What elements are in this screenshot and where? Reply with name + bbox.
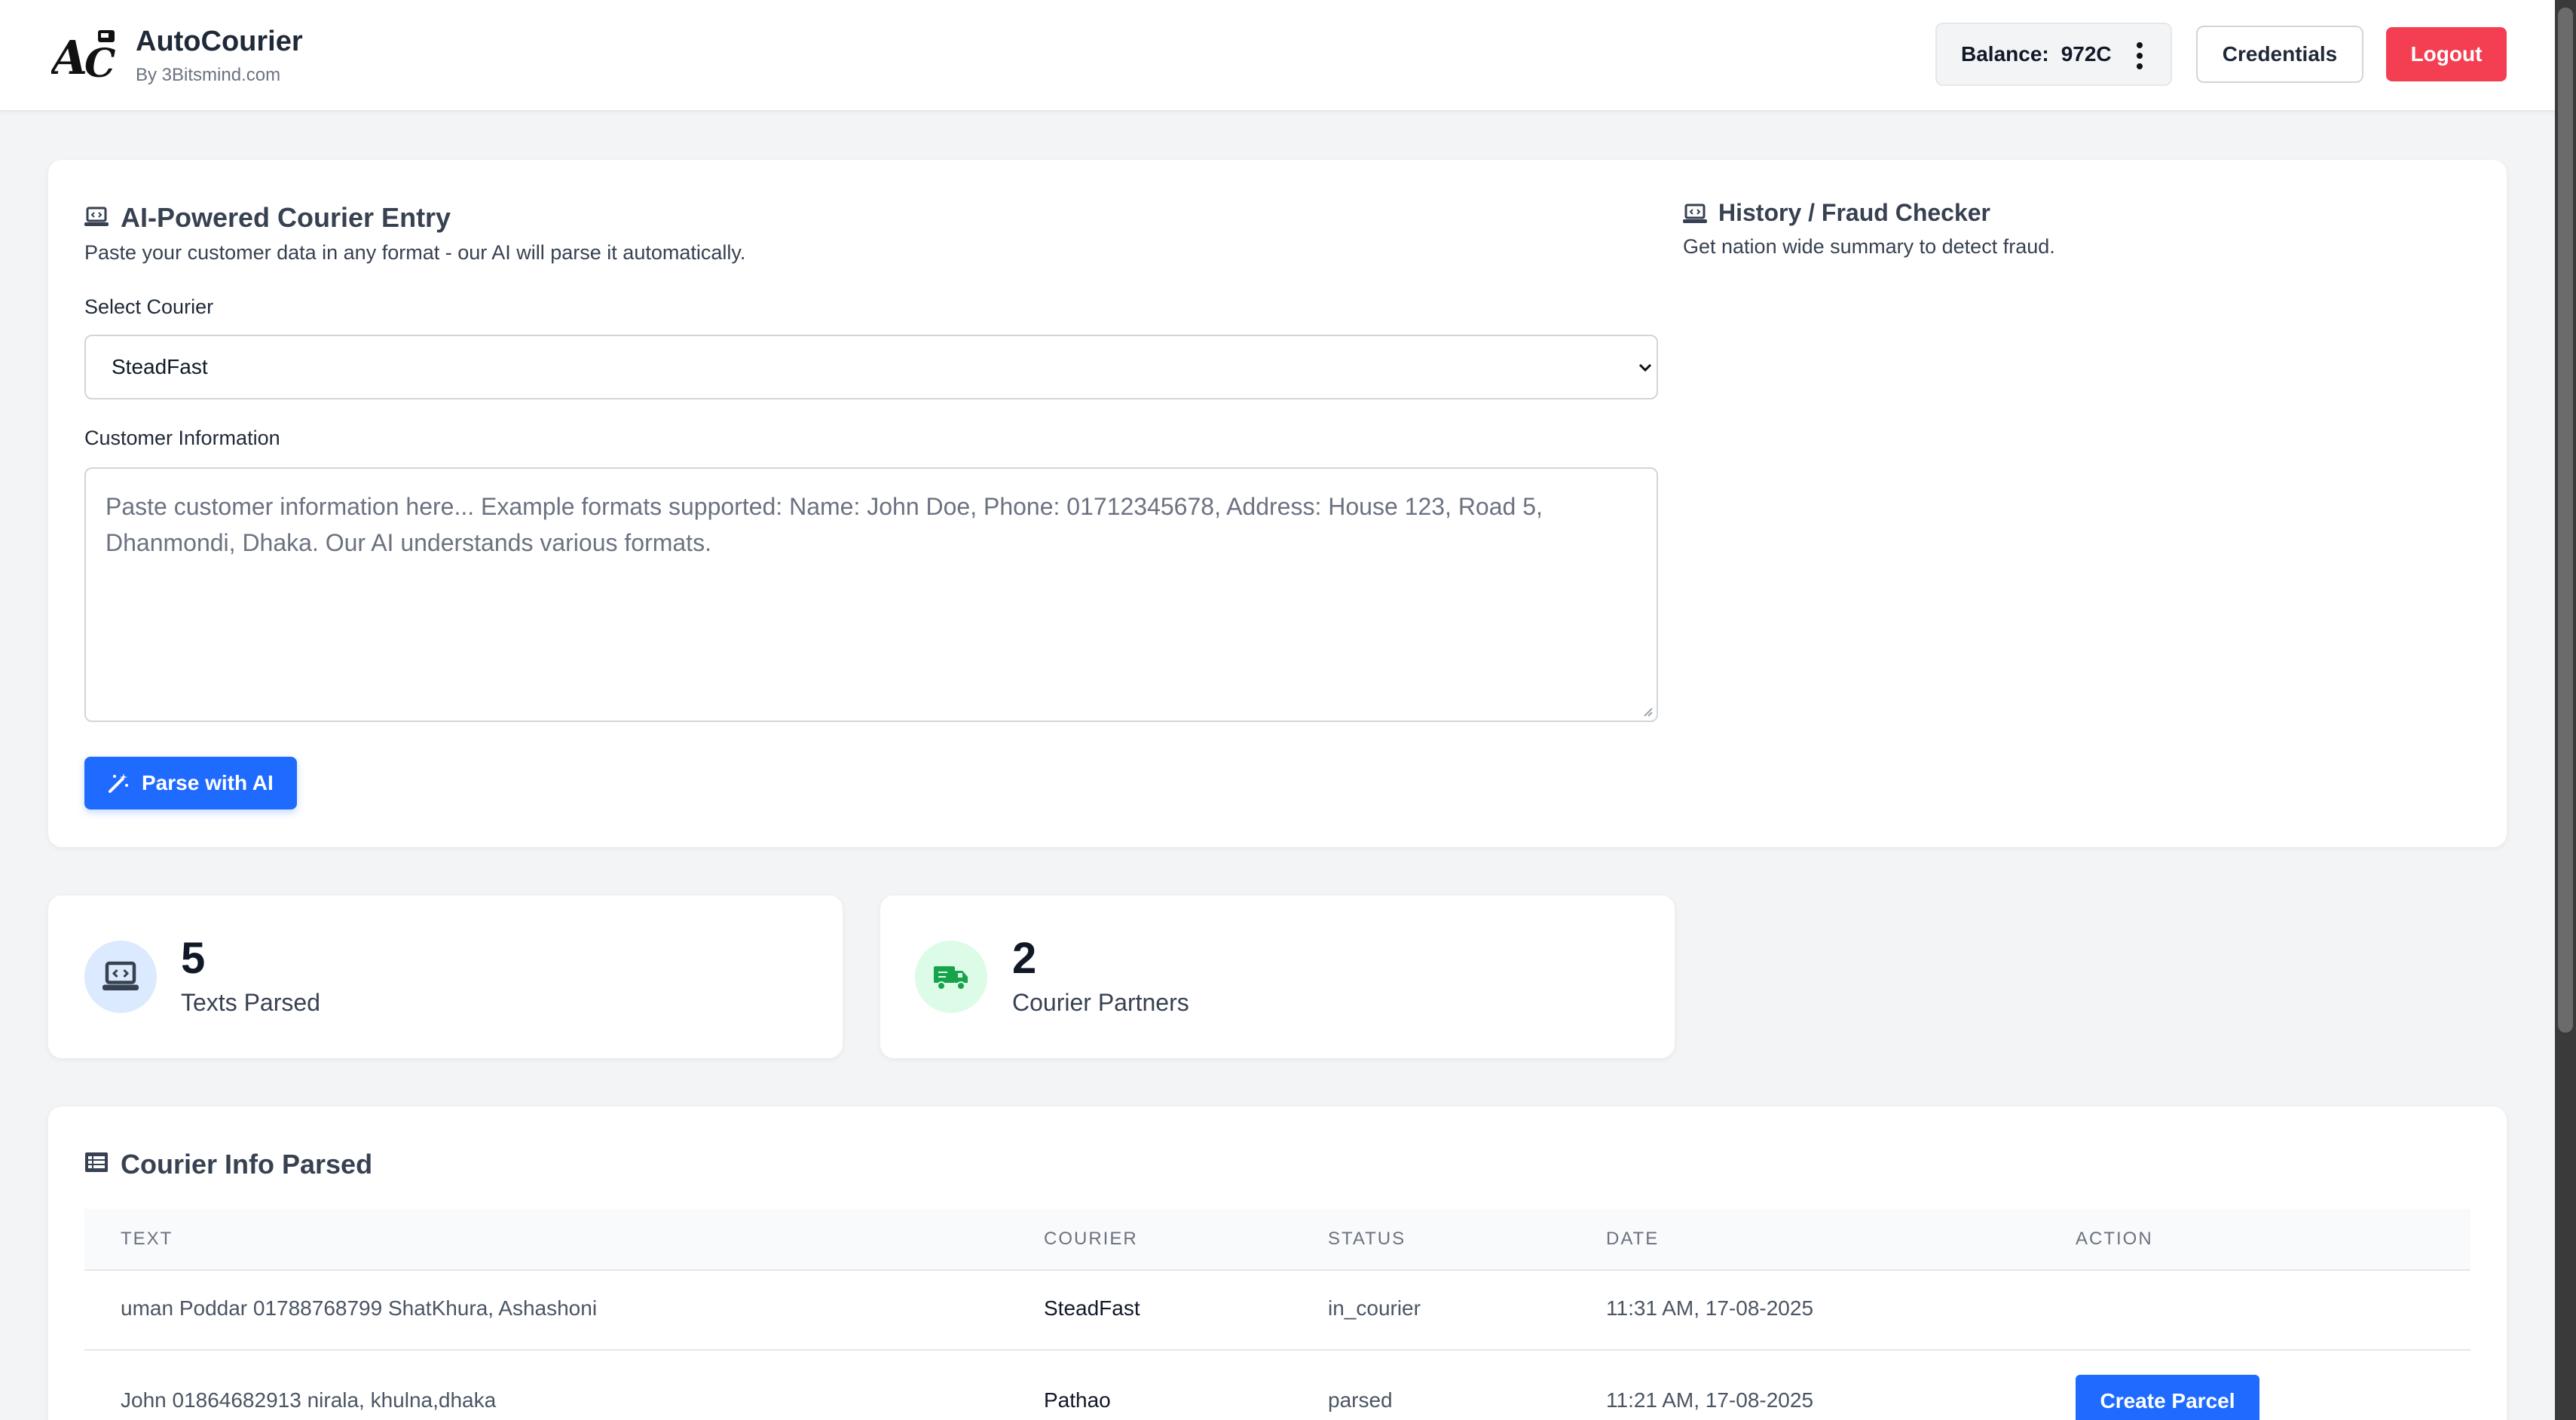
laptop-code-icon: [102, 961, 139, 990]
courier-select-value: SteadFast: [112, 355, 208, 378]
row-divider: [84, 1349, 2470, 1351]
row-date: 11:21 AM, 17-08-2025: [1606, 1388, 1814, 1412]
chevron-down-icon: [1638, 363, 1652, 372]
svg-text:C: C: [84, 41, 115, 80]
texts-parsed-card: [48, 895, 843, 1058]
customer-info-textarea[interactable]: Paste customer information here... Examp…: [84, 467, 1658, 722]
stat-icon-circle: [84, 941, 157, 1013]
laptop-code-icon: [1683, 204, 1707, 223]
svg-text:A: A: [51, 30, 87, 80]
courier-select[interactable]: SteadFast: [84, 335, 1658, 399]
parse-with-ai-button[interactable]: Parse with AI: [84, 757, 297, 809]
scrollbar-track[interactable]: [2555, 0, 2576, 1420]
autocourier-logo-icon: A C: [51, 30, 115, 80]
table-list-icon: [85, 1152, 108, 1172]
courier-partners-card: [880, 895, 1675, 1058]
row-text: John 01864682913 nirala, khulna,dhaka: [121, 1388, 497, 1412]
select-courier-label: Select Courier: [84, 295, 214, 318]
column-header-text: TEXT: [121, 1229, 173, 1249]
balance-value: 972C: [2060, 42, 2112, 66]
app-name: AutoCourier: [136, 26, 303, 57]
credentials-button[interactable]: Credentials: [2196, 26, 2363, 83]
customer-info-label: Customer Information: [84, 427, 280, 449]
balance-chip[interactable]: Balance: 972C: [1935, 23, 2172, 86]
row-date: 11:31 AM, 17-08-2025: [1606, 1296, 1814, 1320]
row-courier: Pathao: [1044, 1388, 1111, 1412]
create-parcel-button[interactable]: Create Parcel: [2076, 1375, 2259, 1420]
entry-description: Paste your customer data in any format -…: [84, 241, 746, 264]
table-title: Courier Info Parsed: [121, 1149, 373, 1180]
customer-info-placeholder: Paste customer information here... Examp…: [106, 493, 1543, 556]
app-root: A C AutoCourier By 3Bitsmind.com Balance…: [0, 0, 2576, 1420]
stat-icon-circle: [915, 941, 987, 1013]
courier-partners-label: Courier Partners: [1012, 989, 1189, 1016]
row-status: parsed: [1328, 1388, 1393, 1412]
column-header-status: STATUS: [1328, 1229, 1406, 1249]
texts-parsed-count: 5: [181, 934, 206, 983]
column-header-action: ACTION: [2076, 1229, 2153, 1249]
row-text: uman Poddar 01788768799 ShatKhura, Ashas…: [121, 1296, 598, 1320]
entry-title: AI-Powered Courier Entry: [121, 202, 451, 233]
logout-button[interactable]: Logout: [2386, 27, 2507, 81]
column-header-date: DATE: [1606, 1229, 1660, 1249]
kebab-menu-icon[interactable]: [2136, 41, 2143, 71]
row-courier: SteadFast: [1044, 1296, 1140, 1320]
parse-button-label: Parse with AI: [142, 771, 274, 794]
top-header: A C AutoCourier By 3Bitsmind.com Balance…: [0, 0, 2555, 112]
fraud-checker-title: History / Fraud Checker: [1718, 199, 1990, 226]
app-subtitle: By 3Bitsmind.com: [136, 65, 281, 85]
scrollbar-thumb[interactable]: [2558, 8, 2573, 1033]
laptop-code-icon: [84, 207, 109, 226]
texts-parsed-label: Texts Parsed: [181, 989, 320, 1016]
truck-icon: [934, 966, 968, 990]
resize-handle-icon[interactable]: [1641, 705, 1654, 718]
magic-wand-icon: [109, 773, 128, 793]
balance-label: Balance:: [1961, 42, 2049, 66]
courier-partners-count: 2: [1012, 934, 1037, 983]
fraud-checker-description: Get nation wide summary to detect fraud.: [1683, 235, 2055, 258]
column-header-courier: COURIER: [1044, 1229, 1138, 1249]
row-status: in_courier: [1328, 1296, 1421, 1320]
